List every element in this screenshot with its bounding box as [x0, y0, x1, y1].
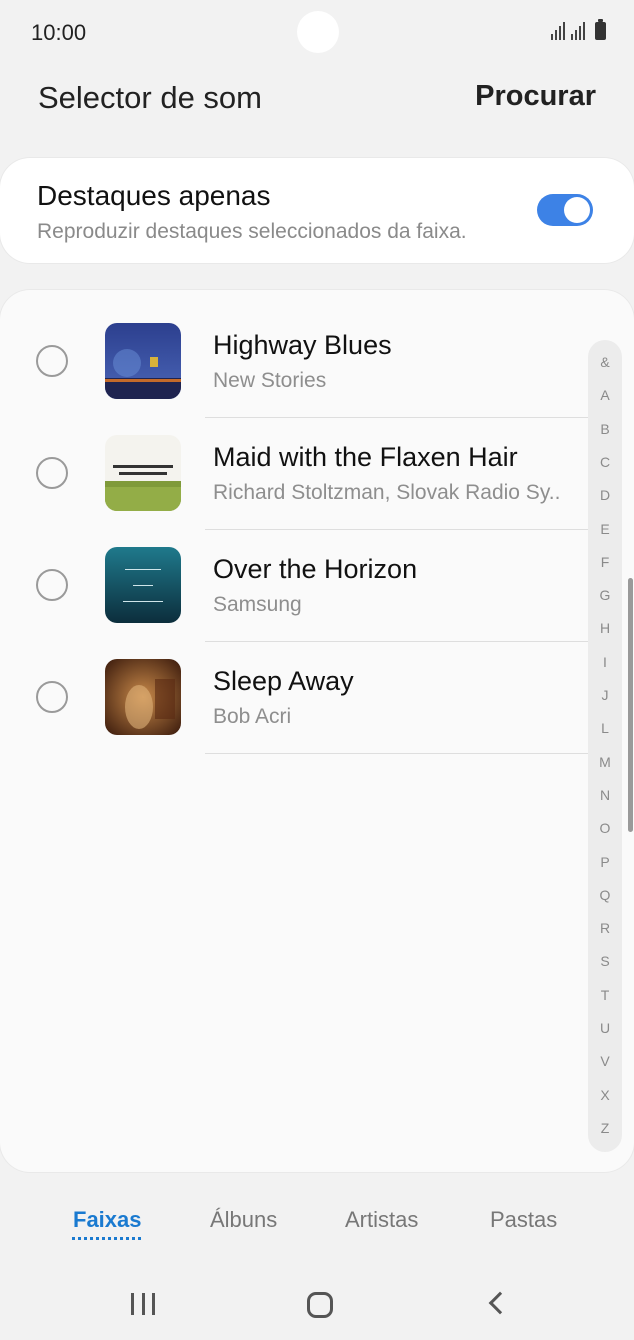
tab-pastas[interactable]: Pastas: [490, 1207, 557, 1233]
track-row[interactable]: Highway Blues New Stories: [0, 306, 588, 418]
track-artist: Samsung: [213, 593, 302, 616]
index-letter[interactable]: C: [588, 454, 622, 470]
signal-icon-2: [571, 22, 585, 40]
index-letter[interactable]: B: [588, 421, 622, 437]
index-letter[interactable]: E: [588, 521, 622, 537]
track-radio[interactable]: [36, 457, 68, 489]
battery-icon: [595, 19, 606, 40]
highlights-card[interactable]: Destaques apenas Reproduzir destaques se…: [0, 158, 634, 263]
index-letter[interactable]: &: [588, 354, 622, 370]
tab-albuns[interactable]: Álbuns: [210, 1207, 277, 1233]
index-letter[interactable]: O: [588, 820, 622, 836]
status-bar: 10:00: [0, 0, 634, 64]
index-letter[interactable]: S: [588, 953, 622, 969]
tab-faixas[interactable]: Faixas: [73, 1207, 142, 1233]
tab-artistas[interactable]: Artistas: [345, 1207, 418, 1233]
track-row[interactable]: Maid with the Flaxen Hair Richard Stoltz…: [0, 418, 588, 530]
index-letter[interactable]: Z: [588, 1120, 622, 1136]
divider: [205, 753, 588, 754]
album-art-highway-blues: [105, 323, 181, 399]
album-art-maid-flaxen-hair: [105, 435, 181, 511]
signal-icon: [551, 22, 565, 40]
index-letter[interactable]: X: [588, 1087, 622, 1103]
index-letter[interactable]: H: [588, 620, 622, 636]
index-letter[interactable]: D: [588, 487, 622, 503]
index-letter[interactable]: Q: [588, 887, 622, 903]
track-title: Maid with the Flaxen Hair: [213, 442, 518, 472]
track-list: Highway Blues New Stories Maid with the …: [0, 290, 634, 1172]
track-title: Over the Horizon: [213, 554, 418, 584]
index-letter[interactable]: R: [588, 920, 622, 936]
index-letter[interactable]: A: [588, 387, 622, 403]
index-letter[interactable]: L: [588, 720, 622, 736]
track-radio[interactable]: [36, 569, 68, 601]
track-artist: Bob Acri: [213, 705, 292, 728]
status-icons: [551, 19, 606, 40]
highlights-toggle[interactable]: [537, 194, 593, 226]
index-letter[interactable]: U: [588, 1020, 622, 1036]
index-letter[interactable]: T: [588, 987, 622, 1003]
home-icon[interactable]: [307, 1292, 333, 1318]
track-title: Highway Blues: [213, 330, 392, 360]
camera-cutout: [297, 11, 339, 53]
track-artist: New Stories: [213, 369, 327, 392]
index-letter[interactable]: M: [588, 754, 622, 770]
track-title: Sleep Away: [213, 666, 354, 696]
toggle-knob: [564, 197, 590, 223]
track-radio[interactable]: [36, 345, 68, 377]
track-radio[interactable]: [36, 681, 68, 713]
highlights-subtitle: Reproduzir destaques seleccionados da fa…: [37, 220, 467, 243]
back-icon[interactable]: [488, 1291, 512, 1315]
index-letter[interactable]: V: [588, 1053, 622, 1069]
status-time: 10:00: [31, 20, 87, 45]
index-letter[interactable]: G: [588, 587, 622, 603]
album-art-over-the-horizon: [105, 547, 181, 623]
track-row[interactable]: Sleep Away Bob Acri: [0, 642, 588, 754]
recents-icon[interactable]: [131, 1293, 155, 1315]
highlights-title: Destaques apenas: [37, 180, 271, 211]
search-button[interactable]: Procurar: [475, 80, 596, 113]
active-tab-indicator: [72, 1237, 141, 1240]
index-letter[interactable]: F: [588, 554, 622, 570]
album-art-sleep-away: [105, 659, 181, 735]
system-nav-bar: [0, 1270, 634, 1340]
index-letter[interactable]: N: [588, 787, 622, 803]
index-letter[interactable]: I: [588, 654, 622, 670]
track-row[interactable]: Over the Horizon Samsung: [0, 530, 588, 642]
scrollbar-thumb[interactable]: [628, 578, 633, 832]
track-artist: Richard Stoltzman, Slovak Radio Sy..: [213, 481, 561, 504]
page-title: Selector de som: [38, 80, 262, 115]
alphabet-index-scroller[interactable]: & A B C D E F G H I J L M N O P Q R S T U V X Z: [588, 340, 622, 1152]
index-letter[interactable]: P: [588, 854, 622, 870]
index-letter[interactable]: J: [588, 687, 622, 703]
bottom-tab-bar: Faixas Álbuns Artistas Pastas: [0, 1195, 634, 1255]
